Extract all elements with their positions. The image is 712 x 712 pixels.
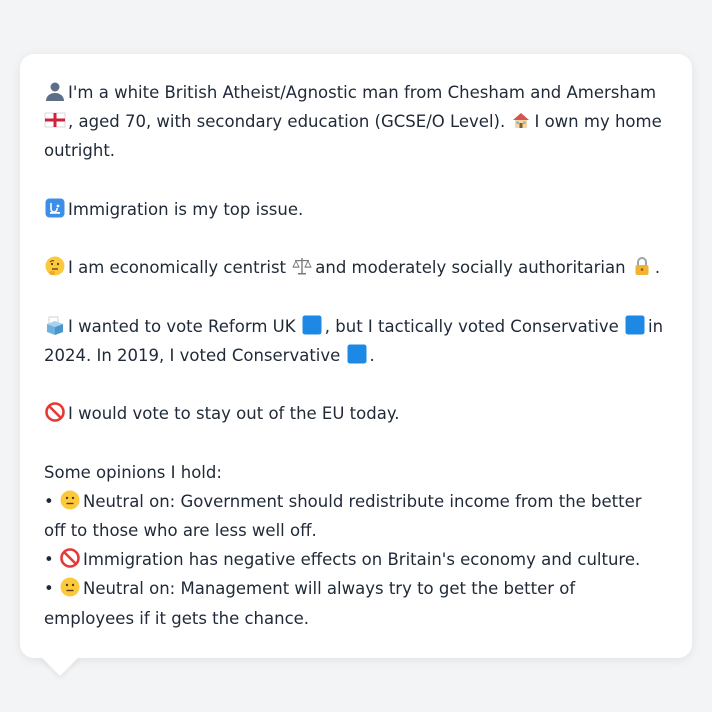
house-icon xyxy=(510,109,532,131)
intro-paragraph: I'm a white British Atheist/Agnostic man… xyxy=(44,78,668,166)
opinion-text: Neutral on: Management will always try t… xyxy=(44,579,576,628)
bullet: • xyxy=(44,579,54,599)
thinking-face-icon xyxy=(44,255,66,277)
vote-paragraph: I wanted to vote Reform UK , but I tacti… xyxy=(44,312,668,370)
opinion-item: • Neutral on: Management will always try… xyxy=(44,574,668,632)
neutral-face-icon xyxy=(59,576,81,598)
prohibited-icon xyxy=(44,401,66,423)
intro-text-1: I'm a white British Atheist/Agnostic man… xyxy=(68,83,657,102)
neutral-face-icon xyxy=(59,489,81,511)
eu-paragraph: I would vote to stay out of the EU today… xyxy=(44,399,668,428)
england-flag-icon xyxy=(44,109,66,131)
vote-text-1: I wanted to vote Reform UK xyxy=(68,316,296,336)
blue-square-icon xyxy=(301,314,323,336)
ideology-text-2: and moderately socially authoritarian xyxy=(315,258,626,278)
bullet: • xyxy=(44,550,54,570)
balance-scale-icon xyxy=(291,255,313,277)
blue-square-icon xyxy=(346,343,368,365)
opinion-text: Neutral on: Government should redistribu… xyxy=(44,491,642,540)
eu-text: I would vote to stay out of the EU today… xyxy=(68,404,400,424)
person-icon xyxy=(44,80,66,102)
vote-text-2: , but I tactically voted Conservative xyxy=(324,316,619,336)
opinion-text: Immigration has negative effects on Brit… xyxy=(82,550,641,570)
speech-bubble-pointer xyxy=(40,656,80,676)
ballot-box-icon xyxy=(44,314,66,336)
top-issue-paragraph: Immigration is my top issue. xyxy=(44,195,668,224)
top-issue-text: Immigration is my top issue. xyxy=(68,199,304,219)
passport-control-icon xyxy=(44,197,66,219)
opinion-item: • Neutral on: Government should redistri… xyxy=(44,487,668,545)
prohibited-icon xyxy=(59,547,81,569)
persona-card: I'm a white British Atheist/Agnostic man… xyxy=(20,54,692,658)
ideology-text-1: I am economically centrist xyxy=(68,258,287,278)
bullet: • xyxy=(44,491,54,511)
opinion-item: • Immigration has negative effects on Br… xyxy=(44,545,668,574)
opinions-heading: Some opinions I hold: xyxy=(44,462,222,482)
ideology-paragraph: I am economically centrist and moderatel… xyxy=(44,253,668,282)
intro-text-2: , aged 70, with secondary education (GCS… xyxy=(68,112,506,132)
blue-square-icon xyxy=(624,314,646,336)
vote-text-4: . xyxy=(369,345,375,365)
ideology-text-3: . xyxy=(654,258,661,278)
lock-icon xyxy=(631,255,653,277)
